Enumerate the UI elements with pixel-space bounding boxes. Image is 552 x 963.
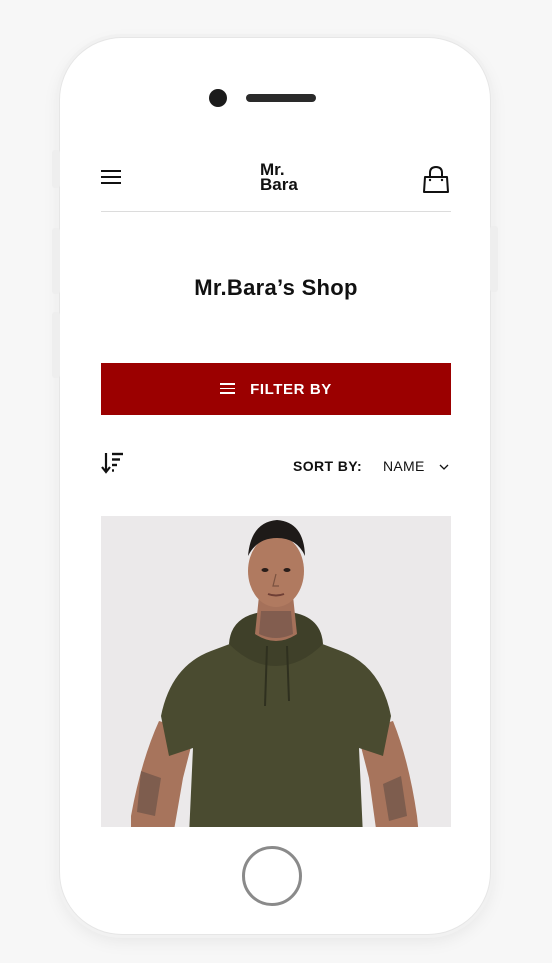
phone-mute-switch: [52, 150, 60, 188]
filter-by-button[interactable]: FILTER BY: [101, 363, 451, 415]
sort-dropdown[interactable]: NAME: [383, 455, 453, 475]
chevron-down-icon: [439, 459, 449, 470]
shopping-bag-icon[interactable]: [421, 165, 451, 195]
filter-by-label: FILTER BY: [250, 380, 332, 398]
sort-descending-icon[interactable]: [101, 451, 125, 475]
phone-volume-up-button: [52, 228, 60, 294]
brand-logo[interactable]: Mr. Bara: [229, 161, 323, 194]
front-camera: [209, 89, 227, 107]
earpiece-speaker: [246, 94, 316, 102]
sort-by-label: SORT BY:: [293, 458, 363, 474]
hamburger-menu-icon[interactable]: [101, 170, 123, 188]
page-title: Mr.Bara’s Shop: [194, 275, 358, 300]
phone-volume-down-button: [52, 312, 60, 378]
app-header: Mr. Bara: [101, 149, 451, 212]
filter-lines-icon: [220, 383, 236, 397]
product-photo-illustration: [101, 516, 451, 827]
phone-power-button: [490, 226, 498, 292]
app-screen: Mr. Bara Mr.Bara’s Shop FILTER BY SORT B…: [85, 149, 467, 827]
logo-line-2: Bara: [260, 175, 298, 194]
home-button[interactable]: [242, 846, 302, 906]
product-image[interactable]: [101, 516, 451, 827]
sort-selected-value: NAME: [383, 458, 425, 474]
